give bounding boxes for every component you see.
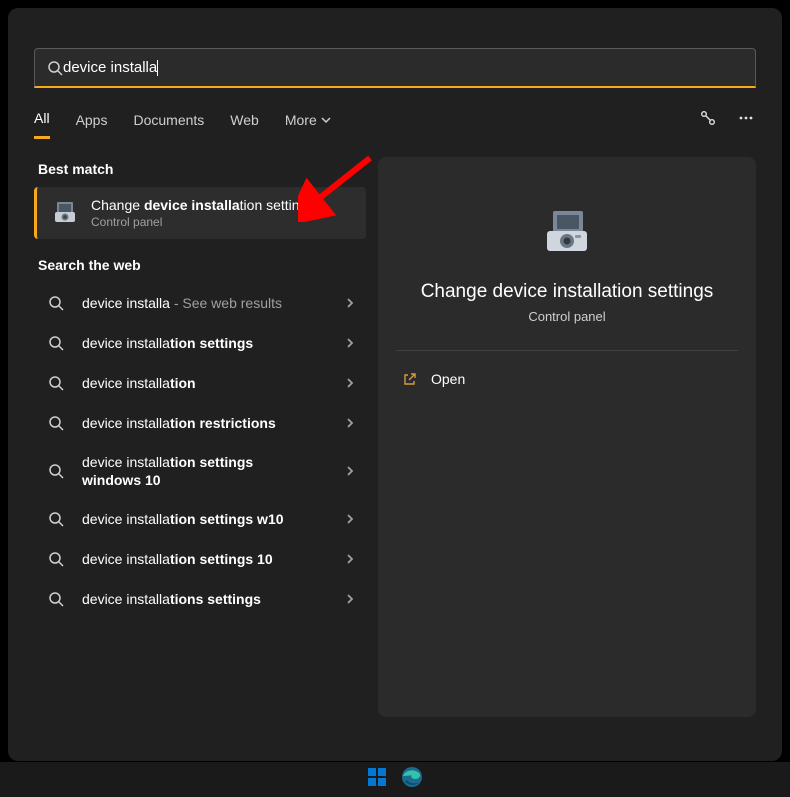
connector-icon[interactable] <box>698 108 718 128</box>
search-input-text[interactable]: device installa <box>63 59 157 76</box>
web-result-item[interactable]: device installa - See web results <box>34 283 366 323</box>
search-icon <box>48 415 64 431</box>
best-match-title: Change device installation settings <box>91 197 314 213</box>
web-result-item[interactable]: device installation restrictions <box>34 403 366 443</box>
web-results-list: device installa - See web results device … <box>34 283 366 619</box>
search-web-header: Search the web <box>38 257 366 273</box>
start-button[interactable] <box>367 767 387 792</box>
search-icon <box>48 463 64 479</box>
web-result-item[interactable]: device installations settings <box>34 579 366 619</box>
web-result-item[interactable]: device installation settings windows 10 <box>34 443 366 499</box>
filter-tabs: All Apps Documents Web More <box>34 110 756 139</box>
chevron-right-icon <box>344 337 356 349</box>
tab-all[interactable]: All <box>34 110 50 139</box>
web-result-text: device installation settings 10 <box>82 550 326 568</box>
chevron-down-icon <box>321 115 331 125</box>
text-caret <box>157 60 158 76</box>
preview-subtitle: Control panel <box>396 309 738 324</box>
divider <box>396 350 738 351</box>
chevron-right-icon <box>344 465 356 477</box>
tab-more[interactable]: More <box>285 112 331 138</box>
chevron-right-icon <box>344 377 356 389</box>
open-action[interactable]: Open <box>396 363 738 395</box>
search-icon <box>48 335 64 351</box>
device-installation-icon <box>51 199 79 227</box>
web-result-text: device installa - See web results <box>82 294 326 312</box>
search-icon <box>48 375 64 391</box>
chevron-right-icon <box>344 553 356 565</box>
web-result-item[interactable]: device installation <box>34 363 366 403</box>
start-search-panel: device installa All Apps Documents Web M… <box>8 8 782 761</box>
open-label: Open <box>431 371 465 387</box>
web-result-text: device installation settings <box>82 334 326 352</box>
web-result-text: device installations settings <box>82 590 326 608</box>
search-icon <box>48 591 64 607</box>
web-result-text: device installation settings windows 10 <box>82 453 326 489</box>
tab-apps[interactable]: Apps <box>76 112 108 138</box>
best-match-result[interactable]: Change device installation settings Cont… <box>34 187 366 239</box>
open-external-icon <box>402 372 417 387</box>
web-result-text: device installation <box>82 374 326 392</box>
web-result-text: device installation restrictions <box>82 414 326 432</box>
chevron-right-icon <box>344 593 356 605</box>
chevron-right-icon <box>344 297 356 309</box>
web-result-item[interactable]: device installation settings w10 <box>34 499 366 539</box>
web-result-item[interactable]: device installation settings <box>34 323 366 363</box>
web-result-item[interactable]: device installation settings 10 <box>34 539 366 579</box>
chevron-right-icon <box>344 513 356 525</box>
search-icon <box>48 295 64 311</box>
results-column: Best match Change device installation se… <box>34 157 366 717</box>
preview-pane: Change device installation settings Cont… <box>378 157 756 717</box>
taskbar <box>0 761 790 797</box>
best-match-subtitle: Control panel <box>91 215 314 229</box>
web-result-text: device installation settings w10 <box>82 510 326 528</box>
search-box[interactable]: device installa <box>34 48 756 88</box>
preview-device-icon <box>537 203 597 263</box>
best-match-header: Best match <box>38 161 366 177</box>
more-options-icon[interactable] <box>736 108 756 128</box>
edge-browser-icon[interactable] <box>401 766 423 793</box>
search-icon <box>48 511 64 527</box>
search-icon <box>48 551 64 567</box>
tab-web[interactable]: Web <box>230 112 259 138</box>
search-icon <box>47 60 63 76</box>
chevron-right-icon <box>344 417 356 429</box>
preview-title: Change device installation settings <box>396 281 738 303</box>
tab-documents[interactable]: Documents <box>133 112 204 138</box>
